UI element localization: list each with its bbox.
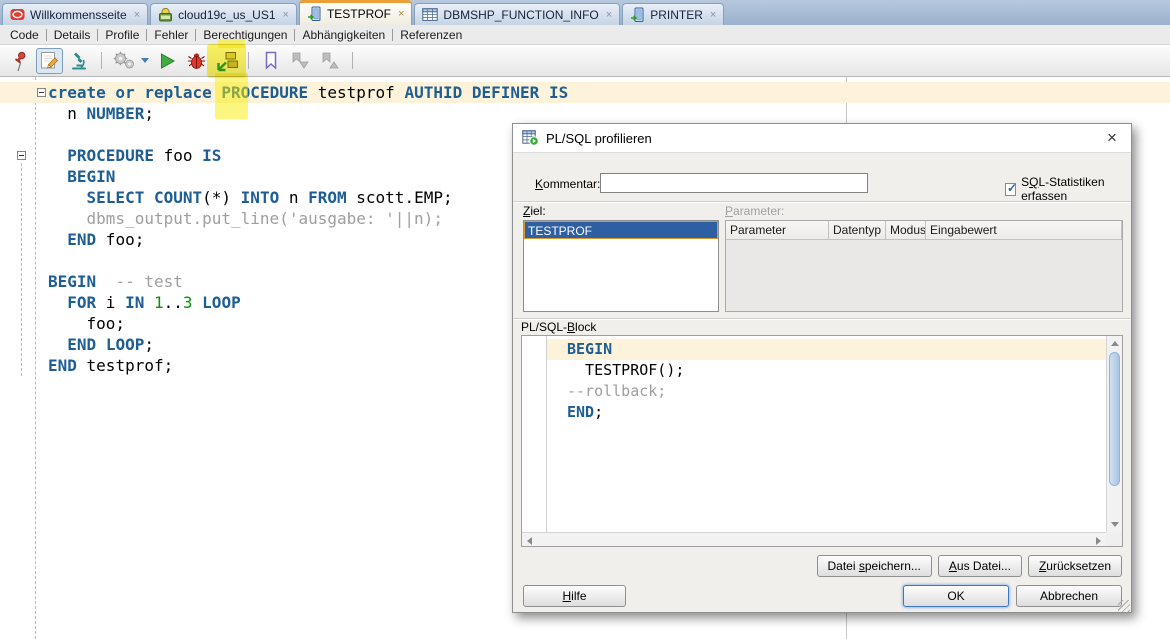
scrollbar-corner: [1106, 532, 1122, 546]
tab-label: TESTPROF: [326, 7, 391, 21]
separator: [513, 201, 1131, 203]
save-file-button[interactable]: Datei speichern...: [816, 555, 932, 577]
procedure-icon: [307, 6, 322, 22]
scroll-up-icon[interactable]: [1107, 337, 1122, 351]
tab-label: DBMSHP_FUNCTION_INFO: [443, 7, 599, 22]
debug-icon-button[interactable]: [183, 48, 210, 74]
plsql-block-editor[interactable]: BEGIN TESTPROF(); --rollback; END;: [521, 335, 1123, 547]
scrollbar-thumb[interactable]: [1109, 352, 1120, 486]
plsql-block-label: PL/SQL-Block: [521, 320, 597, 334]
code-line: create or replace PROCEDURE testprof AUT…: [0, 82, 1170, 103]
fold-toggle-icon[interactable]: [17, 151, 26, 160]
profile-icon-button[interactable]: [207, 38, 248, 119]
parameters-table-header: Parameter Datentyp Modus Eingabewert: [726, 221, 1122, 240]
resize-grip[interactable]: [1118, 600, 1130, 612]
close-icon[interactable]: ×: [606, 9, 612, 21]
close-icon[interactable]: ×: [398, 8, 404, 20]
oracle-icon: [10, 7, 25, 22]
tab-DBMSHP_FUNCTION_INFO[interactable]: DBMSHP_FUNCTION_INFO ×: [414, 3, 621, 25]
code-line: --rollback;: [567, 382, 667, 400]
tab-TESTPROF[interactable]: TESTPROF ×: [298, 0, 413, 25]
tab-label: cloud19c_us_US1: [178, 7, 276, 22]
dialog-titlebar[interactable]: PL/SQL profilieren ×: [513, 124, 1131, 153]
next-bookmark-icon-button: [287, 48, 314, 74]
column-header-modus[interactable]: Modus: [886, 221, 926, 239]
sql-stats-label: SQL-Statistiken erfassen: [1021, 175, 1105, 203]
microscope-icon-button[interactable]: [66, 48, 93, 74]
table-icon: [422, 7, 439, 22]
column-header-eingabewert[interactable]: Eingabewert: [926, 221, 1122, 239]
run-icon-button[interactable]: [153, 48, 180, 74]
toolbar-separator: [101, 52, 102, 69]
toolbar-separator: [248, 52, 249, 69]
sql-stats-checkbox[interactable]: ✓ SQL-Statistiken erfassen: [1005, 175, 1131, 203]
dialog-body: Kommentar: ✓ SQL-Statistiken erfassen Zi…: [513, 153, 1131, 613]
column-header-parameter[interactable]: Parameter: [726, 221, 829, 239]
editor-subtabs: Code Details Profile Fehler Berechtigungen Ab…: [0, 25, 1170, 44]
pin-icon-button[interactable]: [6, 48, 33, 74]
sql-worksheet-icon: [158, 7, 173, 22]
prev-bookmark-icon-button: [317, 48, 344, 74]
separator: [513, 318, 1131, 320]
help-button[interactable]: Hilfe: [523, 585, 626, 607]
bookmark-icon-button[interactable]: [257, 48, 284, 74]
dialog-title: PL/SQL profilieren: [546, 130, 652, 146]
scroll-left-icon[interactable]: [523, 533, 537, 546]
parameters-label: Parameter:: [725, 204, 785, 218]
subtab-abhängigkeiten[interactable]: Abhängigkeiten: [295, 28, 394, 41]
vertical-scrollbar[interactable]: [1106, 336, 1122, 532]
subtab-profile[interactable]: Profile: [98, 28, 148, 41]
close-icon[interactable]: ×: [283, 9, 289, 21]
sql-developer-window: Willkommensseite × cloud19c_us_US1 × TESTPRO…: [0, 0, 1170, 639]
scroll-right-icon[interactable]: [1091, 533, 1105, 546]
checkbox-icon: ✓: [1005, 180, 1018, 196]
target-list-item[interactable]: TESTPROF: [524, 221, 718, 239]
gears-icon-button: [110, 48, 150, 74]
block-code-lines[interactable]: BEGIN TESTPROF(); --rollback; END;: [547, 339, 1106, 423]
comment-label: Kommentar:: [535, 177, 601, 191]
close-icon[interactable]: ×: [134, 9, 140, 21]
reset-button[interactable]: Zurücksetzen: [1027, 555, 1122, 577]
ok-cancel-row: OK Abbrechen: [903, 585, 1122, 607]
column-header-datentyp[interactable]: Datentyp: [829, 221, 886, 239]
fold-toggle-icon[interactable]: [37, 88, 46, 97]
edit-icon-button[interactable]: [36, 47, 63, 74]
target-label: Ziel:: [523, 204, 546, 218]
subtab-details[interactable]: Details: [47, 28, 99, 41]
tab-Willkommensseite[interactable]: Willkommensseite ×: [2, 3, 149, 25]
document-tabbar: Willkommensseite × cloud19c_us_US1 × TESTPRO…: [0, 0, 1170, 25]
file-buttons-row: Datei speichern... Aus Datei... Zurückse…: [816, 555, 1122, 577]
chevron-down-icon[interactable]: [141, 58, 149, 63]
tab-label: Willkommensseite: [30, 7, 127, 22]
code-line: TESTPROF();: [567, 361, 685, 379]
editor-toolbar: [0, 38, 1170, 119]
profiler-dialog-icon: [522, 130, 539, 146]
plsql-profile-dialog: PL/SQL profilieren × Kommentar: ✓ SQL-St…: [512, 123, 1132, 613]
code-line: END;: [567, 403, 604, 421]
cancel-button[interactable]: Abbrechen: [1016, 585, 1122, 607]
close-icon[interactable]: ×: [1102, 128, 1122, 148]
from-file-button[interactable]: Aus Datei...: [937, 555, 1022, 577]
subtab-fehler[interactable]: Fehler: [147, 28, 197, 41]
tab-cloud19c_us_US1[interactable]: cloud19c_us_US1 ×: [150, 3, 297, 25]
block-gutter: [522, 336, 547, 532]
close-icon[interactable]: ×: [710, 9, 716, 21]
parameters-table: Parameter Datentyp Modus Eingabewert: [725, 220, 1123, 312]
subtab-code[interactable]: Code: [3, 28, 47, 41]
target-list[interactable]: TESTPROF: [523, 220, 719, 312]
tab-label: PRINTER: [650, 7, 703, 22]
ok-button[interactable]: OK: [903, 585, 1009, 607]
code-line: BEGIN: [547, 339, 1106, 360]
scroll-down-icon[interactable]: [1107, 517, 1122, 531]
subtab-berechtigungen[interactable]: Berechtigungen: [196, 28, 296, 41]
toolbar-separator: [352, 52, 353, 69]
horizontal-scrollbar[interactable]: [522, 532, 1106, 546]
subtab-referenzen[interactable]: Referenzen: [393, 29, 469, 41]
code-line: n NUMBER;: [48, 104, 154, 123]
comment-input[interactable]: [600, 173, 868, 193]
tab-PRINTER[interactable]: PRINTER ×: [622, 3, 725, 25]
procedure-icon: [630, 7, 645, 23]
